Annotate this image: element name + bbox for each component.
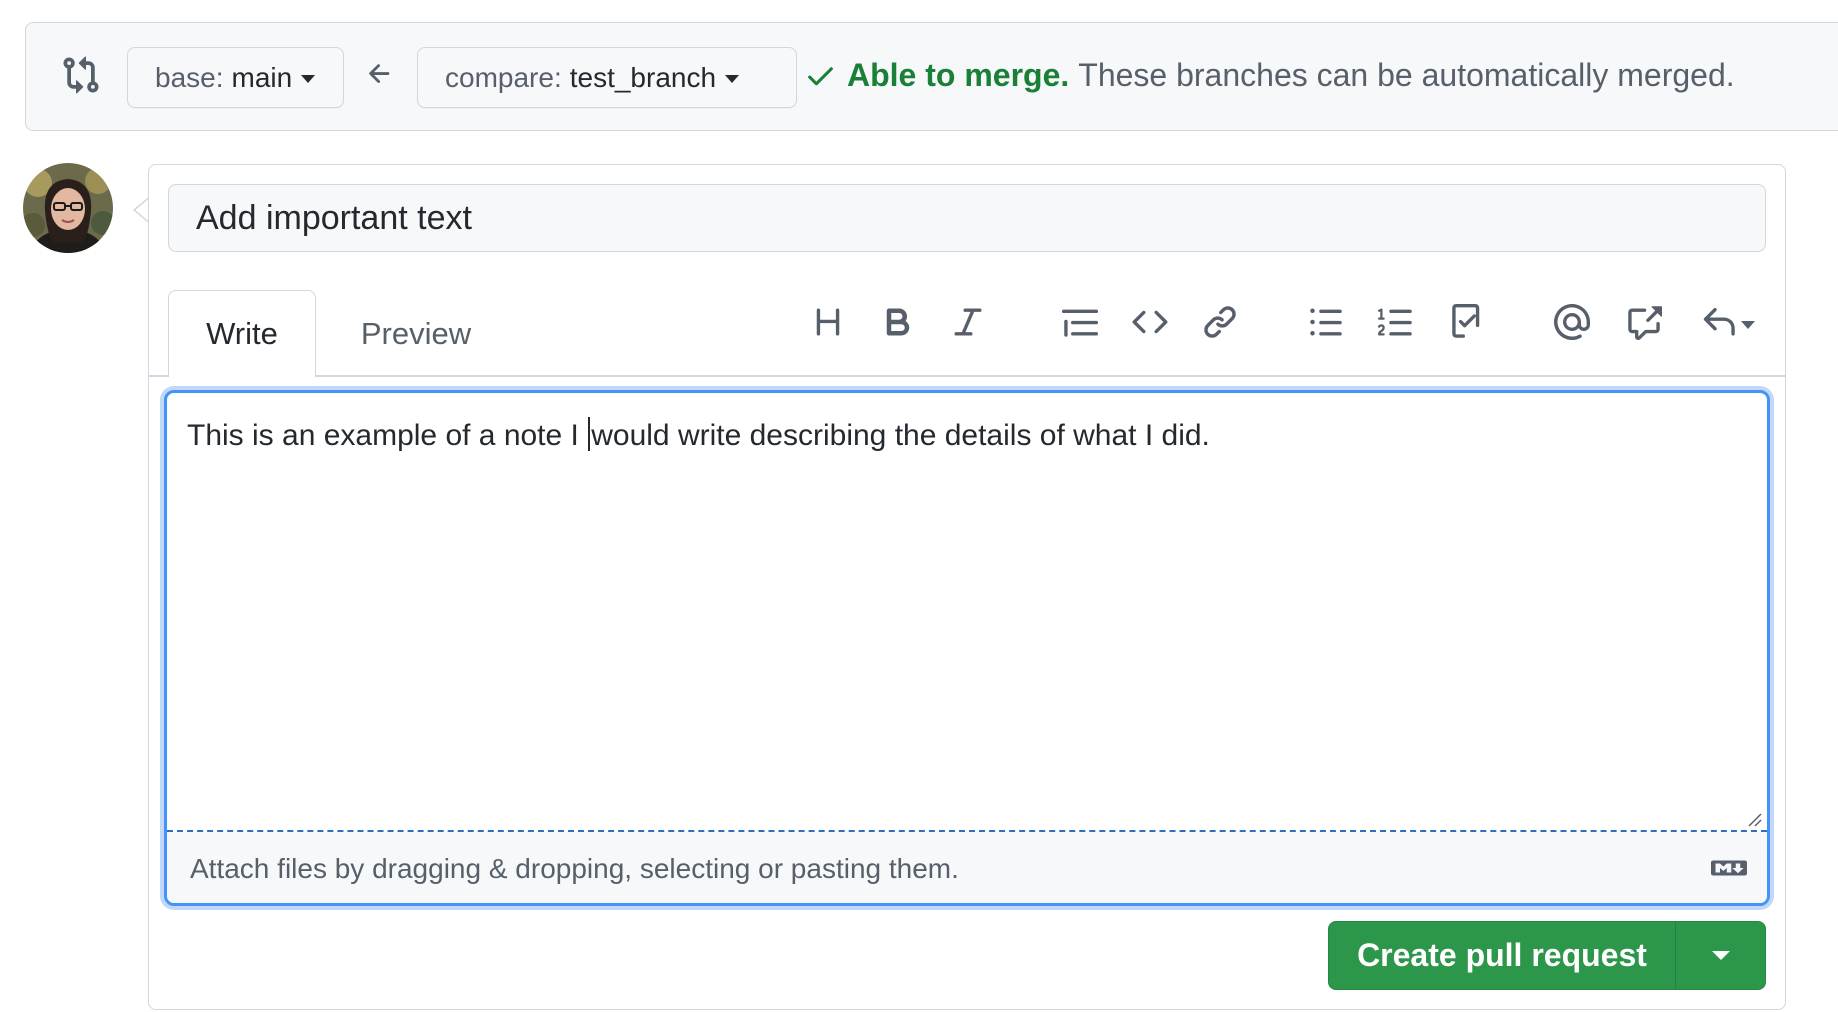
merge-ok-label: Able to merge. bbox=[847, 57, 1070, 93]
base-branch-select[interactable]: base: main bbox=[127, 47, 344, 108]
base-prefix: base: bbox=[155, 61, 224, 93]
chevron-down-icon bbox=[301, 74, 316, 83]
task-list-icon[interactable] bbox=[1448, 302, 1488, 342]
tab-write[interactable]: Write bbox=[168, 290, 316, 377]
base-branch-name: main bbox=[231, 61, 293, 93]
comment-body-textarea[interactable]: This is an example of a note I would wri… bbox=[164, 390, 1770, 906]
attach-files-hint: Attach files by dragging & dropping, sel… bbox=[190, 853, 959, 884]
body-text-after-cursor: would write describing the details of wh… bbox=[591, 419, 1210, 452]
tab-preview[interactable]: Preview bbox=[336, 290, 496, 377]
create-pull-request-button-group: Create pull request bbox=[1328, 921, 1766, 990]
code-icon[interactable] bbox=[1130, 302, 1170, 342]
numbered-list-icon[interactable] bbox=[1376, 302, 1416, 342]
reply-icon[interactable] bbox=[1696, 302, 1760, 342]
arrow-left-icon bbox=[369, 64, 390, 83]
merge-status: Able to merge. These branches can be aut… bbox=[804, 57, 1735, 94]
comment-body-text: This is an example of a note I would wri… bbox=[187, 417, 1210, 454]
compare-branch-select[interactable]: compare: test_branch bbox=[417, 47, 797, 108]
markdown-icon[interactable] bbox=[1711, 856, 1747, 880]
compare-branches-icon bbox=[63, 56, 99, 94]
check-icon bbox=[808, 67, 833, 86]
create-pull-request-button[interactable]: Create pull request bbox=[1329, 922, 1676, 989]
italic-icon[interactable] bbox=[948, 302, 988, 342]
avatar[interactable] bbox=[23, 163, 113, 253]
title-input[interactable]: Add important text bbox=[168, 184, 1766, 252]
bulleted-list-icon[interactable] bbox=[1306, 302, 1346, 342]
compare-branch-name: test_branch bbox=[569, 61, 717, 93]
cross-reference-icon[interactable] bbox=[1624, 302, 1664, 342]
chevron-down-icon bbox=[1711, 951, 1730, 960]
resize-handle-icon[interactable] bbox=[1748, 813, 1762, 827]
heading-icon[interactable] bbox=[808, 302, 848, 342]
mention-icon[interactable] bbox=[1552, 302, 1592, 342]
chevron-down-icon bbox=[1741, 321, 1755, 329]
attach-files-area[interactable]: Attach files by dragging & dropping, sel… bbox=[167, 832, 1767, 903]
body-text-before-cursor: This is an example of a note I bbox=[187, 419, 588, 452]
merge-message: These branches can be automatically merg… bbox=[1078, 57, 1735, 93]
user-avatar-image bbox=[23, 163, 113, 253]
compare-prefix: compare: bbox=[445, 61, 562, 93]
create-pull-request-dropdown[interactable] bbox=[1676, 922, 1765, 989]
chevron-down-icon bbox=[725, 74, 740, 83]
text-cursor bbox=[588, 417, 591, 452]
bold-icon[interactable] bbox=[878, 302, 918, 342]
quote-icon[interactable] bbox=[1060, 302, 1100, 342]
compare-bar: base: main compare: test_branch Able to … bbox=[25, 22, 1838, 131]
link-icon[interactable] bbox=[1200, 302, 1240, 342]
